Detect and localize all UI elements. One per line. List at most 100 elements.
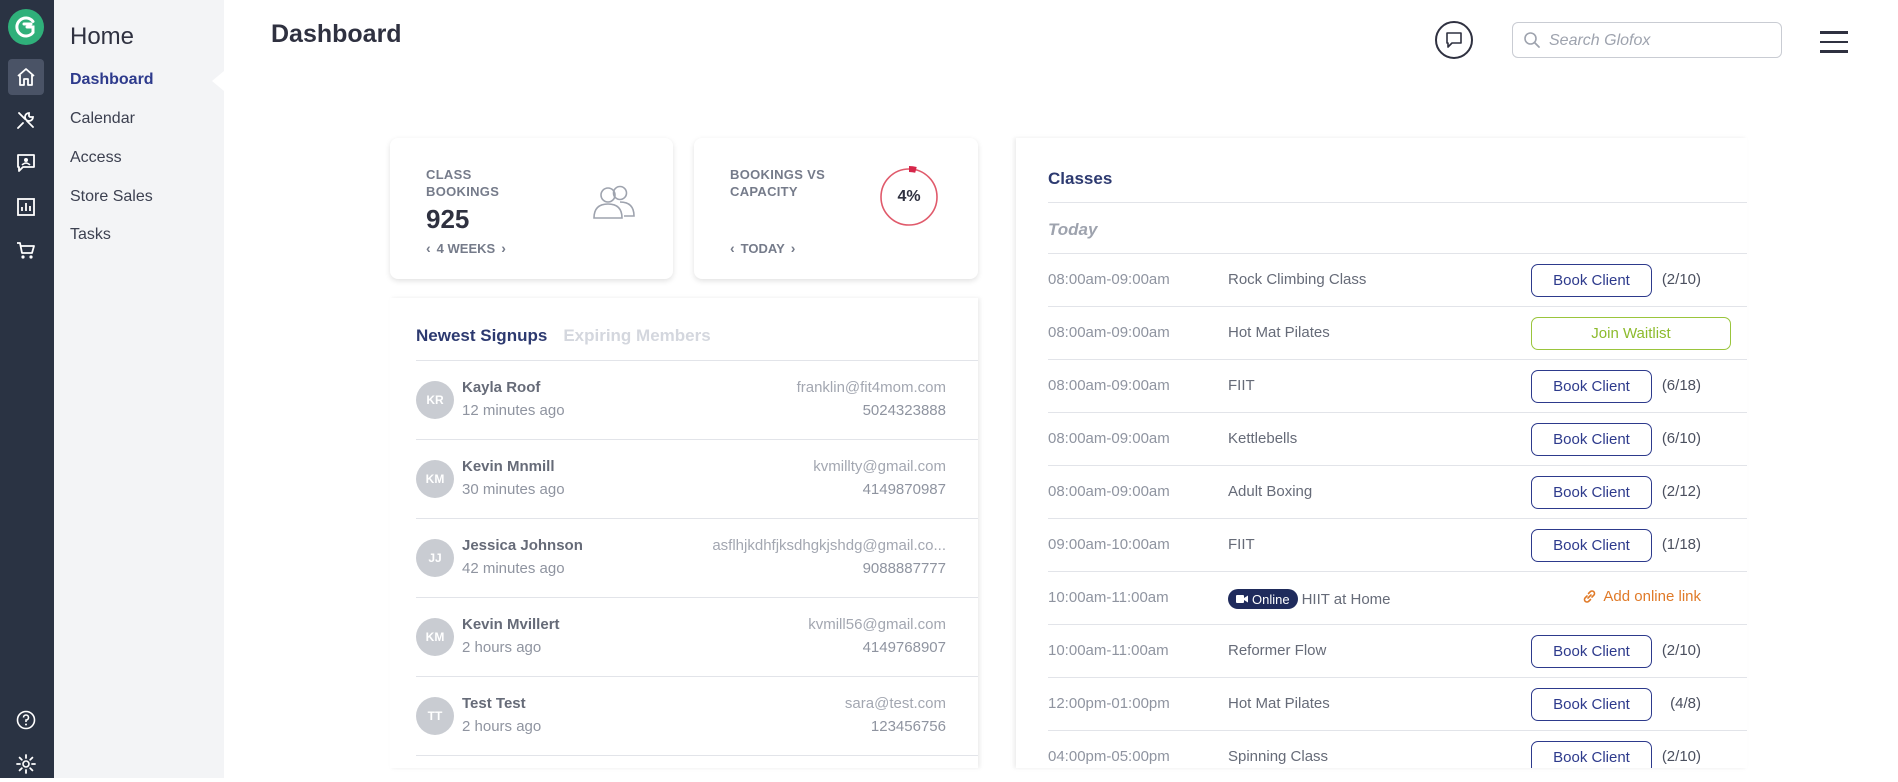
book-client-button[interactable]: Book Client [1531, 741, 1652, 768]
bookings-vs-capacity-card: BOOKINGS VS CAPACITY ‹ TODAY › 4% [694, 138, 978, 279]
reports-icon[interactable] [8, 189, 44, 225]
logo-icon[interactable] [8, 9, 44, 45]
tab-newest-signups[interactable]: Newest Signups [416, 326, 547, 346]
class-name-wrapper: Online HIIT at Home [1228, 589, 1391, 609]
chevron-right-icon[interactable]: › [501, 240, 506, 256]
online-badge-label: Online [1252, 591, 1290, 607]
book-client-button[interactable]: Book Client [1531, 370, 1652, 403]
chevron-left-icon[interactable]: ‹ [730, 240, 735, 256]
signup-time: 2 hours ago [462, 718, 542, 735]
online-badge: Online [1228, 589, 1298, 609]
class-capacity: (1/18) [1661, 536, 1701, 553]
bookings-vs-capacity-period: TODAY [740, 240, 785, 256]
tools-icon[interactable] [8, 102, 44, 138]
classes-day-label: Today [1048, 220, 1098, 239]
join-waitlist-button[interactable]: Join Waitlist [1531, 317, 1731, 350]
class-time: 10:00am-11:00am [1048, 589, 1169, 606]
avatar: KM [416, 618, 454, 656]
class-row: 08:00am-09:00am FIIT Book Client (6/18) [1048, 359, 1747, 412]
subnav-item-access[interactable]: Access [70, 149, 122, 167]
menu-icon[interactable] [1820, 31, 1848, 53]
class-capacity: (4/8) [1670, 695, 1701, 712]
subnav-item-dashboard[interactable]: Dashboard [70, 71, 154, 89]
class-time: 08:00am-09:00am [1048, 271, 1170, 288]
signup-time: 30 minutes ago [462, 481, 565, 498]
signup-row[interactable]: TT Test Test 2 hours ago sara@test.com 1… [416, 677, 978, 756]
class-name: Hot Mat Pilates [1228, 324, 1330, 341]
class-row: 10:00am-11:00am Online HIIT at Home Add … [1048, 571, 1747, 624]
classes-panel: Classes Today 08:00am-09:00am Rock Climb… [1016, 138, 1747, 768]
class-time: 04:00pm-05:00pm [1048, 748, 1170, 765]
class-row: 10:00am-11:00am Reformer Flow Book Clien… [1048, 624, 1747, 677]
signup-time: 42 minutes ago [462, 560, 565, 577]
class-time: 08:00am-09:00am [1048, 324, 1170, 341]
book-client-button[interactable]: Book Client [1531, 423, 1652, 456]
signups-tabs: Newest Signups Expiring Members [416, 326, 711, 346]
tab-expiring-members[interactable]: Expiring Members [563, 326, 710, 346]
book-client-button[interactable]: Book Client [1531, 688, 1652, 721]
class-name: FIIT [1228, 377, 1255, 394]
book-client-button[interactable]: Book Client [1531, 635, 1652, 668]
class-name: HIIT at Home [1301, 590, 1391, 608]
class-row: 08:00am-09:00am Rock Climbing Class Book… [1048, 253, 1747, 306]
class-bookings-period: 4 WEEKS [436, 240, 496, 256]
class-capacity: (2/12) [1661, 483, 1701, 500]
settings-icon[interactable] [8, 746, 44, 782]
class-time: 08:00am-09:00am [1048, 377, 1170, 394]
help-icon[interactable] [8, 702, 44, 738]
class-row: 08:00am-09:00am Adult Boxing Book Client… [1048, 465, 1747, 518]
people-icon [593, 185, 635, 219]
chevron-right-icon[interactable]: › [791, 240, 796, 256]
avatar: TT [416, 697, 454, 735]
chevron-left-icon[interactable]: ‹ [426, 240, 431, 256]
bookings-vs-capacity-label: BOOKINGS VS CAPACITY [730, 167, 826, 199]
subnav-item-calendar[interactable]: Calendar [70, 110, 135, 128]
book-client-button[interactable]: Book Client [1531, 264, 1652, 297]
signup-row[interactable]: KM Kevin Mnmill 30 minutes ago kvmillty@… [416, 440, 978, 519]
messages-icon[interactable] [8, 145, 44, 181]
class-capacity: (2/10) [1661, 271, 1701, 288]
signup-name: Kayla Roof [462, 379, 541, 396]
signup-name: Kevin Mnmill [462, 458, 555, 475]
signup-phone: 4149768907 [862, 639, 946, 656]
avatar: KR [416, 381, 454, 419]
capacity-gauge: 4% [878, 166, 940, 228]
class-bookings-pager: ‹ 4 WEEKS › [426, 240, 506, 256]
avatar: KM [416, 460, 454, 498]
book-client-button[interactable]: Book Client [1531, 529, 1652, 562]
class-capacity: (2/10) [1661, 642, 1701, 659]
signup-row[interactable]: KM Kevin Mvillert 2 hours ago kvmill56@g… [416, 598, 978, 677]
class-capacity: (2/10) [1661, 748, 1701, 765]
signup-phone: 4149870987 [862, 481, 946, 498]
signup-name: Jessica Johnson [462, 537, 583, 554]
signup-row[interactable]: JJ Jessica Johnson 42 minutes ago asflhj… [416, 519, 978, 598]
class-time: 09:00am-10:00am [1048, 536, 1170, 553]
class-time: 12:00pm-01:00pm [1048, 695, 1170, 712]
search-input[interactable] [1549, 29, 1775, 53]
search-box [1512, 22, 1782, 58]
add-online-link-label: Add online link [1603, 588, 1701, 605]
chat-button[interactable] [1435, 21, 1473, 59]
subnav-item-tasks[interactable]: Tasks [70, 226, 111, 244]
class-bookings-card: CLASS BOOKINGS 925 ‹ 4 WEEKS › [390, 138, 673, 279]
cart-icon[interactable] [8, 232, 44, 268]
class-name: Reformer Flow [1228, 642, 1327, 659]
signup-phone: 9088887777 [862, 560, 946, 577]
home-icon[interactable] [8, 59, 44, 95]
subnav-item-store-sales[interactable]: Store Sales [70, 188, 153, 206]
class-row: 04:00pm-05:00pm Spinning Class Book Clie… [1048, 730, 1747, 768]
signup-email: sara@test.com [844, 695, 946, 712]
active-indicator [212, 71, 224, 91]
class-time: 08:00am-09:00am [1048, 483, 1170, 500]
icon-rail [0, 0, 54, 778]
signup-phone: 123456756 [870, 718, 946, 735]
add-online-link[interactable]: Add online link [1582, 588, 1701, 605]
class-name: Spinning Class [1228, 748, 1329, 765]
signup-row[interactable]: KR Kayla Roof 12 minutes ago franklin@fi… [416, 361, 978, 440]
book-client-button[interactable]: Book Client [1531, 476, 1652, 509]
class-name: Rock Climbing Class [1228, 271, 1367, 288]
avatar: JJ [416, 539, 454, 577]
class-row: 09:00am-10:00am FIIT Book Client (1/18) [1048, 518, 1747, 571]
bookings-vs-capacity-pager: ‹ TODAY › [730, 240, 795, 256]
search-icon [1524, 32, 1540, 48]
